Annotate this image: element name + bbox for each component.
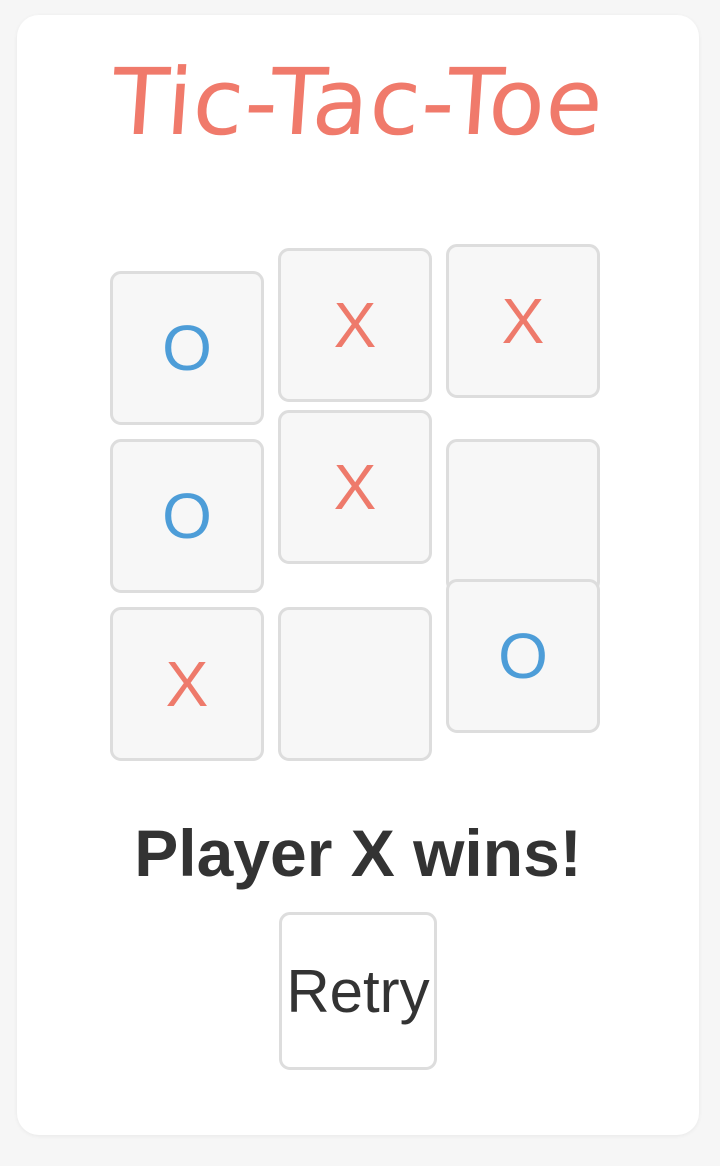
board-cell-r3c1[interactable]: X xyxy=(110,607,264,761)
game-title: Tic-Tac-Toe xyxy=(108,49,608,156)
board-cell-r2c3[interactable] xyxy=(446,439,600,593)
game-status: Player X wins! xyxy=(134,816,582,890)
board-cell-r1c1[interactable]: O xyxy=(110,271,264,425)
cell-mark: X xyxy=(501,285,545,357)
board-cell-r1c2[interactable]: X xyxy=(278,248,432,402)
cell-mark: X xyxy=(333,451,377,523)
cell-mark: O xyxy=(162,312,212,384)
game-card: Tic-Tac-Toe O X X O X X O Player X wins! xyxy=(17,15,699,1135)
board-cell-r2c1[interactable]: O xyxy=(110,439,264,593)
cell-mark: X xyxy=(333,289,377,361)
board-cell-r1c3[interactable]: X xyxy=(446,244,600,398)
cell-mark: X xyxy=(165,648,209,720)
cell-mark: O xyxy=(162,480,212,552)
board-cell-r3c3[interactable]: O xyxy=(446,579,600,733)
retry-button[interactable]: Retry xyxy=(279,912,437,1070)
board-cell-r3c2[interactable] xyxy=(278,607,432,761)
board-cell-r2c2[interactable]: X xyxy=(278,410,432,564)
cell-mark: O xyxy=(498,620,548,692)
